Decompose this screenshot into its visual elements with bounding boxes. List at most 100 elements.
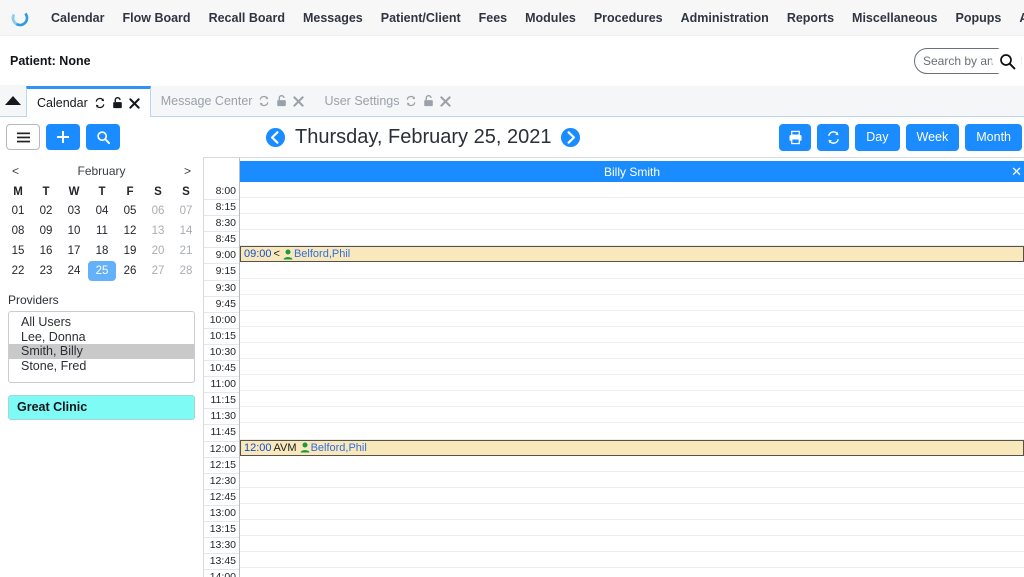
minicalendar-day[interactable]: 17	[60, 241, 88, 261]
calendar-slot[interactable]	[240, 279, 1024, 295]
provider-option-stone-fred[interactable]: Stone, Fred	[9, 359, 194, 374]
tab-lock-button[interactable]	[423, 95, 434, 107]
provider-option-all-users[interactable]: All Users	[9, 315, 194, 330]
tab-user-settings[interactable]: User Settings	[314, 86, 461, 116]
nav-item-fees[interactable]: Fees	[470, 0, 517, 36]
nav-item-miscellaneous[interactable]: Miscellaneous	[843, 0, 946, 36]
calendar-slot[interactable]	[240, 520, 1024, 537]
collapse-panel-button[interactable]	[0, 85, 26, 116]
minicalendar-day[interactable]: 11	[88, 221, 116, 241]
nav-item-calendar[interactable]: Calendar	[42, 0, 114, 36]
minicalendar-day[interactable]: 16	[32, 241, 60, 261]
provider-option-smith-billy[interactable]: Smith, Billy	[9, 344, 194, 359]
calendar-slot[interactable]	[240, 198, 1024, 215]
minicalendar-day[interactable]: 07	[172, 201, 200, 221]
calendar-slot[interactable]	[240, 456, 1024, 472]
minicalendar-day[interactable]: 26	[116, 261, 144, 281]
calendar-slot[interactable]	[240, 536, 1024, 553]
tab-close-button[interactable]	[293, 95, 305, 107]
calendar-slot[interactable]	[240, 262, 1024, 279]
minicalendar-day[interactable]: 06	[144, 201, 172, 221]
minicalendar-day[interactable]: 08	[4, 221, 32, 241]
calendar-slot[interactable]	[240, 327, 1024, 343]
close-icon[interactable]: ✕	[1011, 164, 1022, 180]
view-day-button[interactable]: Day	[855, 123, 900, 151]
tab-lock-button[interactable]	[276, 95, 287, 107]
view-month-button[interactable]: Month	[965, 123, 1022, 151]
nav-item-modules[interactable]: Modules	[516, 0, 585, 36]
minicalendar-next-button[interactable]: >	[180, 164, 195, 178]
appointment-block[interactable]: 09:00 < Belford,Phil	[240, 246, 1024, 263]
nav-item-administration[interactable]: Administration	[672, 0, 778, 36]
nav-item-procedures[interactable]: Procedures	[585, 0, 672, 36]
nav-item-reports[interactable]: Reports	[778, 0, 843, 36]
minicalendar-day[interactable]: 03	[60, 201, 88, 221]
nav-item-about[interactable]: About	[1010, 0, 1024, 36]
calendar-slot[interactable]	[240, 488, 1024, 504]
calendar-slot[interactable]	[240, 423, 1024, 440]
minicalendar-day[interactable]: 04	[88, 201, 116, 221]
calendar-slot[interactable]	[240, 552, 1024, 569]
view-week-button[interactable]: Week	[905, 123, 960, 151]
refresh-button[interactable]	[817, 123, 850, 151]
search-appointment-button[interactable]	[86, 124, 120, 150]
minicalendar-day[interactable]: 02	[32, 201, 60, 221]
nav-item-recall-board[interactable]: Recall Board	[200, 0, 294, 36]
calendar-slot[interactable]	[240, 182, 1024, 199]
time-label: 12:15	[204, 458, 239, 474]
calendar-slot[interactable]	[240, 568, 1024, 577]
clinic-banner[interactable]: Great Clinic	[8, 395, 195, 420]
calendar-slot[interactable]	[240, 391, 1024, 408]
minicalendar-day[interactable]: 01	[4, 201, 32, 221]
print-button[interactable]	[779, 123, 812, 151]
nav-item-popups[interactable]: Popups	[947, 0, 1011, 36]
appointment-block[interactable]: 12:00 AVM Belford,Phil	[240, 439, 1024, 456]
nav-item-patient-client[interactable]: Patient/Client	[372, 0, 470, 36]
tab-refresh-button[interactable]	[258, 95, 270, 107]
minicalendar-day[interactable]: 14	[172, 221, 200, 241]
calendar-slot[interactable]	[240, 359, 1024, 376]
minicalendar-day[interactable]: 24	[60, 261, 88, 281]
minicalendar-day[interactable]: 13	[144, 221, 172, 241]
minicalendar-day-selected[interactable]: 25	[88, 261, 116, 281]
hamburger-menu-icon[interactable]	[6, 124, 40, 150]
minicalendar-day[interactable]: 28	[172, 261, 200, 281]
calendar-slot[interactable]	[240, 343, 1024, 360]
tab-refresh-button[interactable]	[94, 97, 106, 109]
tab-refresh-button[interactable]	[405, 95, 417, 107]
minicalendar-day[interactable]: 20	[144, 241, 172, 261]
providers-listbox[interactable]: All Users Lee, Donna Smith, Billy Stone, Fr…	[8, 311, 195, 383]
calendar-slot[interactable]	[240, 214, 1024, 231]
minicalendar-day[interactable]: 23	[32, 261, 60, 281]
search-icon[interactable]	[992, 46, 1022, 76]
nav-item-flow-board[interactable]: Flow Board	[114, 0, 200, 36]
minicalendar-day[interactable]: 21	[172, 241, 200, 261]
add-appointment-button[interactable]	[46, 124, 80, 150]
minicalendar-day[interactable]: 05	[116, 201, 144, 221]
minicalendar-day[interactable]: 19	[116, 241, 144, 261]
next-day-button[interactable]	[560, 127, 581, 148]
minicalendar-day[interactable]: 15	[4, 241, 32, 261]
tab-close-button[interactable]	[440, 95, 452, 107]
nav-item-messages[interactable]: Messages	[294, 0, 372, 36]
calendar-slot[interactable]	[240, 504, 1024, 520]
provider-option-lee-donna[interactable]: Lee, Donna	[9, 330, 194, 345]
tab-close-button[interactable]	[129, 97, 140, 109]
minicalendar-day[interactable]: 10	[60, 221, 88, 241]
calendar-slot[interactable]	[240, 407, 1024, 424]
calendar-slot[interactable]	[240, 230, 1024, 247]
calendar-slot[interactable]	[240, 295, 1024, 311]
minicalendar-day[interactable]: 12	[116, 221, 144, 241]
tab-calendar[interactable]: Calendar	[26, 86, 151, 117]
tab-lock-button[interactable]	[112, 97, 123, 109]
calendar-slot[interactable]	[240, 311, 1024, 327]
minicalendar-day[interactable]: 27	[144, 261, 172, 281]
minicalendar-day[interactable]: 18	[88, 241, 116, 261]
tab-message-center[interactable]: Message Center	[151, 86, 315, 116]
calendar-slot[interactable]	[240, 472, 1024, 488]
minicalendar-prev-button[interactable]: <	[8, 164, 23, 178]
minicalendar-day[interactable]: 22	[4, 261, 32, 281]
previous-day-button[interactable]	[265, 127, 286, 148]
calendar-slot[interactable]	[240, 375, 1024, 392]
minicalendar-day[interactable]: 09	[32, 221, 60, 241]
